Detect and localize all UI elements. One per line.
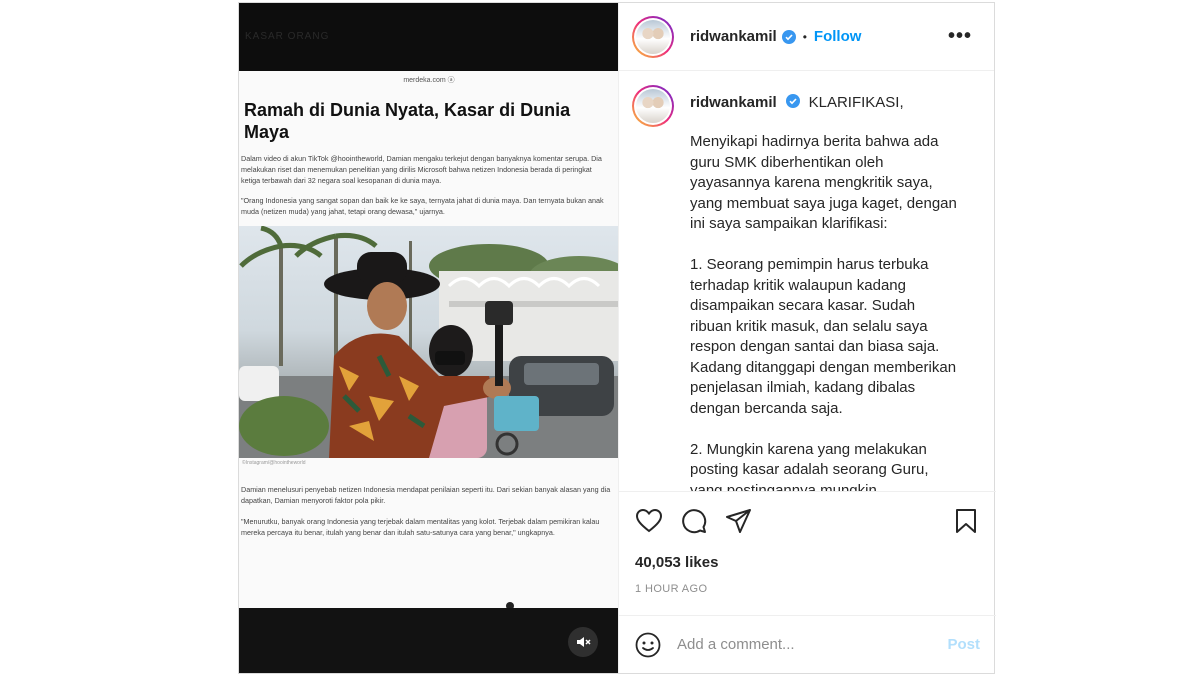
post-timestamp: 1 HOUR AGO [635, 583, 708, 595]
article-photo [239, 226, 618, 458]
post-comment-button[interactable]: Post [947, 636, 980, 653]
media-top-text: KASAR ORANG [245, 31, 330, 42]
media-bottom-bar [239, 608, 618, 673]
heart-icon [636, 509, 662, 533]
comment-button[interactable] [680, 507, 708, 535]
more-icon[interactable]: ••• [948, 25, 972, 48]
caption-title: KLARIFIKASI, [808, 94, 904, 111]
post-actions: 40,053 likes 1 HOUR AGO [619, 491, 996, 595]
separator-dot: • [802, 29, 807, 44]
avatar-image [636, 19, 670, 54]
avatar[interactable] [632, 15, 674, 58]
verified-icon [781, 29, 796, 44]
comment-icon [682, 509, 707, 534]
username-link[interactable]: ridwankamil [690, 28, 777, 45]
caption-avatar[interactable] [632, 85, 674, 127]
comment-input[interactable] [677, 636, 948, 653]
post-header: ridwankamil • Follow ••• [619, 3, 994, 71]
article-paragraph: "Menurutku, banyak orang Indonesia yang … [241, 517, 600, 537]
verified-icon [786, 94, 801, 108]
mute-icon [577, 637, 591, 647]
post-dialog: KASAR ORANG merdeka.com ⓐ Ramah di Dunia… [238, 2, 996, 674]
like-button[interactable] [635, 507, 663, 535]
article-headline: Ramah di Dunia Nyata, Kasar di Dunia May… [244, 100, 571, 142]
caption-text: Menyikapi hadirnya berita bahwa ada guru… [690, 133, 957, 491]
emoji-icon[interactable] [635, 632, 661, 658]
photo-caption: ©Instagram/@hoointheworld [242, 460, 306, 466]
article-paragraph: Dalam video di akun TikTok @hoointheworl… [241, 154, 602, 185]
avatar-image [636, 89, 670, 123]
post-sidebar: ridwankamil • Follow ••• ridwankamil KLA… [618, 3, 996, 673]
follow-button[interactable]: Follow [814, 28, 862, 45]
post-media[interactable]: KASAR ORANG merdeka.com ⓐ Ramah di Dunia… [239, 3, 618, 673]
likes-count[interactable]: 40,053 likes [635, 554, 980, 571]
bookmark-icon [956, 509, 976, 533]
media-top-bar: KASAR ORANG [239, 3, 618, 71]
share-icon [726, 509, 751, 533]
save-button[interactable] [952, 507, 980, 535]
article-paragraph: "Orang Indonesia yang sangat sopan dan b… [241, 196, 604, 216]
share-button[interactable] [725, 507, 753, 535]
mute-button[interactable] [568, 627, 598, 657]
article-domain: merdeka.com ⓐ [403, 77, 455, 84]
photo-illustration [239, 226, 618, 458]
caption-area[interactable]: ridwankamil KLARIFIKASI, Menyikapi hadir… [619, 71, 994, 491]
article-paragraph: Damian menelusuri penyebab netizen Indon… [241, 485, 611, 505]
article-screenshot: merdeka.com ⓐ Ramah di Dunia Nyata, Kasa… [239, 71, 618, 608]
comment-bar: Post [619, 615, 996, 673]
caption-username[interactable]: ridwankamil [690, 94, 777, 111]
